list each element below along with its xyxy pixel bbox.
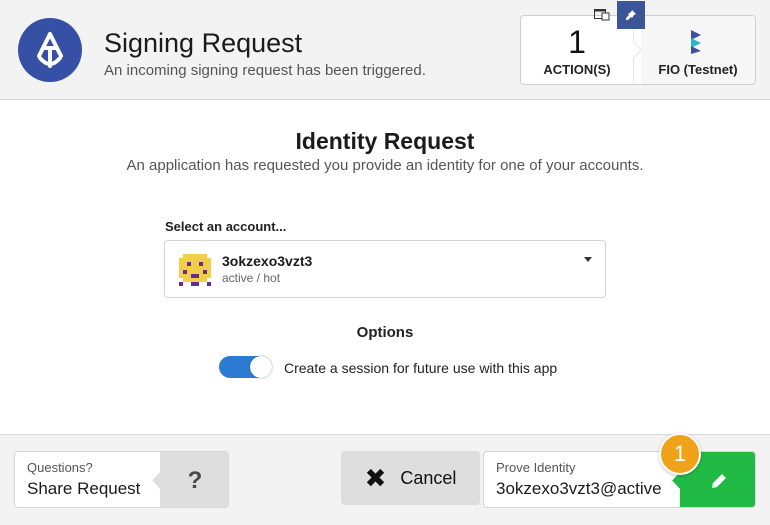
- page-subtitle: An incoming signing request has been tri…: [104, 62, 426, 79]
- chain-panel: FIO (Testnet): [641, 16, 755, 84]
- request-title: Identity Request: [295, 128, 475, 154]
- share-request-label: Share Request: [27, 479, 141, 498]
- account-permission: active / hot: [222, 271, 281, 285]
- help-button[interactable]: ?: [160, 452, 228, 507]
- window-icon[interactable]: [594, 8, 610, 26]
- pencil-icon: [711, 473, 726, 488]
- pin-button[interactable]: [617, 1, 645, 29]
- actions-count: 1: [568, 24, 586, 60]
- anchor-logo-icon: [18, 18, 82, 82]
- session-toggle[interactable]: [219, 356, 272, 378]
- cancel-label: Cancel: [400, 467, 457, 488]
- account-select-label: Select an account...: [165, 219, 287, 234]
- footer: Questions? Share Request ? ✖ Cancel Prov…: [0, 434, 770, 525]
- share-request-panel: Questions? Share Request ?: [14, 451, 229, 508]
- chain-name: FIO (Testnet): [658, 62, 738, 77]
- request-description: An application has requested you provide…: [126, 157, 644, 174]
- prove-identity-label: Prove Identity: [496, 460, 576, 475]
- account-name: 3okzexo3vzt3: [222, 253, 313, 269]
- prove-identity-panel: Prove Identity 3okzexo3vzt3@active: [483, 451, 756, 508]
- options-title: Options: [356, 324, 414, 341]
- header: Signing Request An incoming signing requ…: [0, 0, 770, 100]
- chevron-right-icon: [152, 452, 162, 507]
- account-avatar: [179, 254, 211, 286]
- pin-icon: [626, 10, 636, 20]
- cancel-button[interactable]: ✖ Cancel: [341, 451, 480, 505]
- page-title: Signing Request: [104, 28, 303, 58]
- account-select[interactable]: 3okzexo3vzt3 active / hot: [164, 240, 606, 298]
- step-badge: 1: [659, 433, 701, 475]
- caret-down-icon: [584, 257, 592, 262]
- session-toggle-label: Create a session for future use with thi…: [284, 360, 558, 376]
- fio-chain-logo-icon: [689, 28, 705, 59]
- questions-label: Questions?: [27, 460, 93, 475]
- prove-identity-account: 3okzexo3vzt3@active: [496, 479, 662, 498]
- close-icon: ✖: [364, 463, 387, 493]
- toggle-knob: [250, 356, 272, 378]
- actions-label: ACTION(S): [543, 62, 611, 77]
